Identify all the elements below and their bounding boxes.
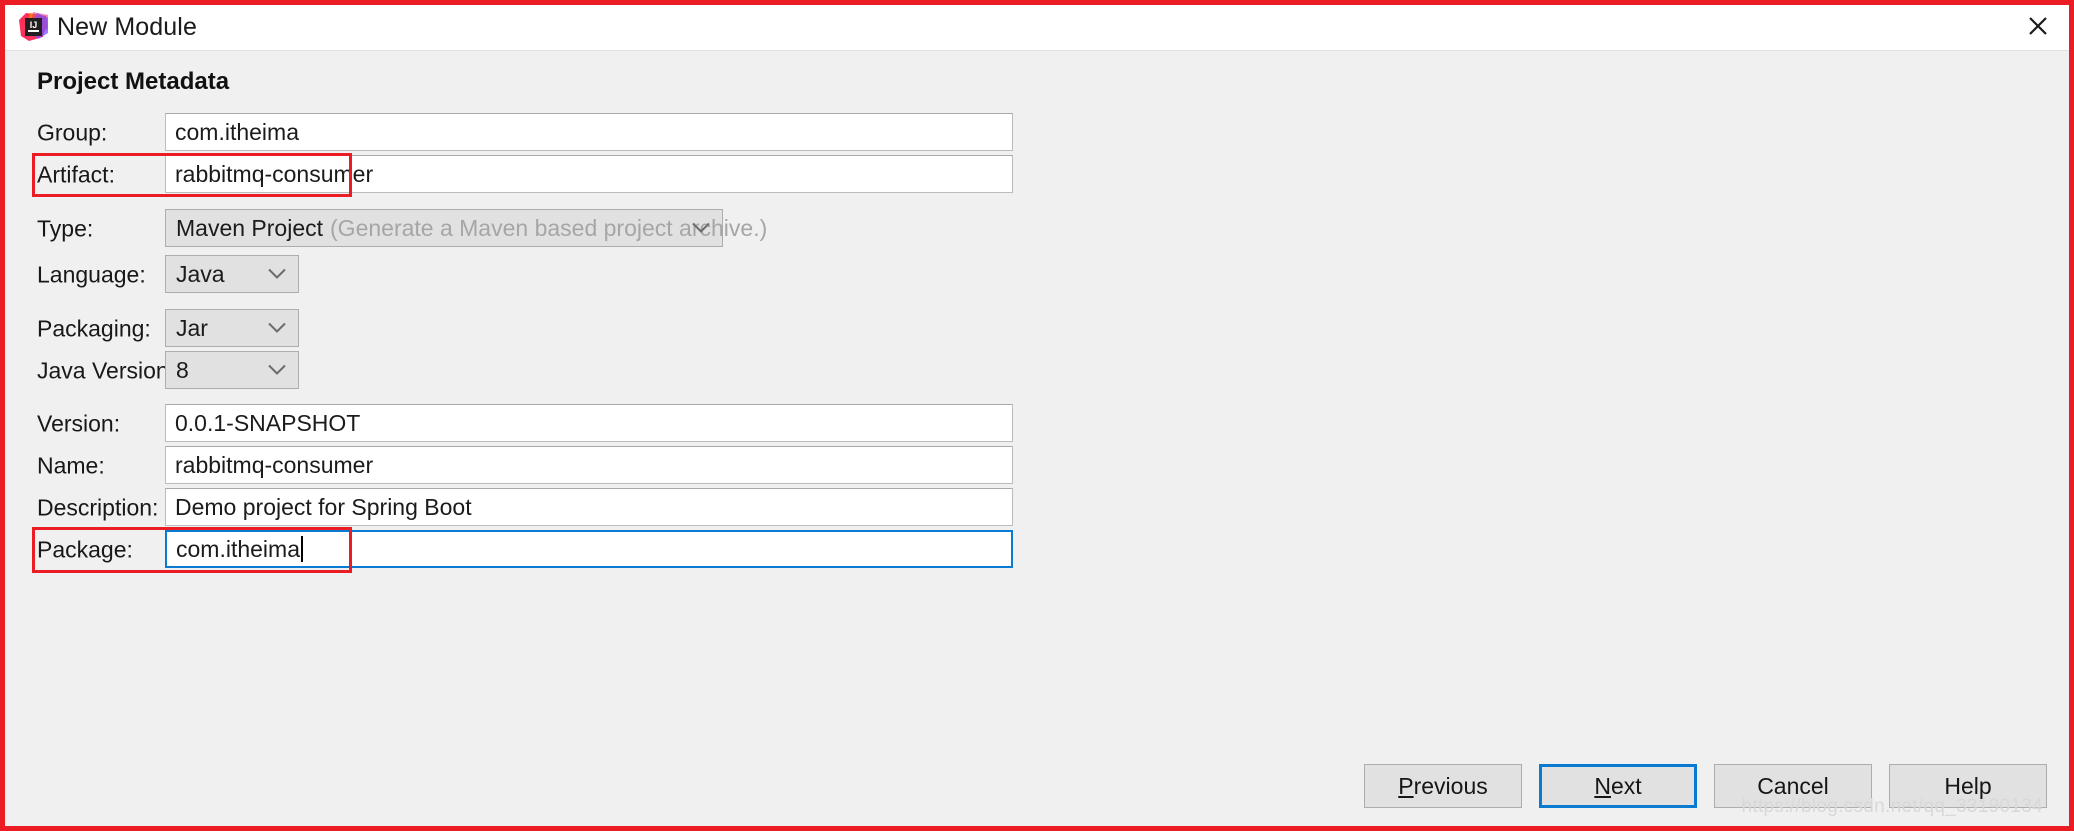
- chevron-down-icon: [268, 268, 286, 280]
- version-input[interactable]: 0.0.1-SNAPSHOT: [165, 404, 1013, 442]
- artifact-label: Artifact:: [37, 161, 115, 188]
- cancel-button-label: Cancel: [1757, 772, 1829, 799]
- type-value: Maven Project: [176, 214, 324, 241]
- language-value: Java: [176, 260, 225, 287]
- text-caret: [300, 536, 303, 562]
- language-label: Language:: [37, 261, 146, 288]
- version-label: Version:: [37, 410, 121, 437]
- dialog-title-bar: IJ New Module: [5, 5, 2069, 51]
- artifact-input[interactable]: rabbitmq-consumer: [165, 155, 1013, 193]
- language-dropdown[interactable]: Java: [165, 255, 299, 293]
- group-input[interactable]: com.itheima: [165, 113, 1013, 151]
- next-mnemonic: N: [1594, 772, 1611, 799]
- next-button-label: Next: [1594, 772, 1642, 799]
- dialog-title: New Module: [57, 13, 197, 41]
- version-value: 0.0.1-SNAPSHOT: [175, 409, 361, 436]
- java-version-label: Java Version:: [37, 357, 176, 384]
- type-label: Type:: [37, 215, 94, 242]
- chevron-down-icon: [268, 322, 286, 334]
- close-icon: [2029, 17, 2047, 35]
- packaging-value: Jar: [176, 314, 208, 341]
- intellij-idea-icon: IJ: [17, 11, 49, 43]
- section-heading: Project Metadata: [37, 68, 230, 95]
- description-input[interactable]: Demo project for Spring Boot: [165, 488, 1013, 526]
- chevron-down-icon: [268, 364, 286, 376]
- dialog-button-bar: Previous Next Cancel Help: [1364, 764, 2047, 808]
- description-label: Description:: [37, 494, 159, 521]
- dialog-body: Project Metadata Group: com.itheima Arti…: [5, 51, 2069, 826]
- new-module-dialog: IJ New Module Project Metadata Group: co…: [0, 0, 2074, 831]
- package-input[interactable]: com.itheima: [165, 530, 1013, 568]
- previous-button[interactable]: Previous: [1364, 764, 1522, 808]
- svg-text:IJ: IJ: [30, 20, 38, 30]
- package-label: Package:: [37, 536, 133, 563]
- name-label: Name:: [37, 452, 105, 479]
- group-value: com.itheima: [175, 118, 299, 145]
- artifact-value: rabbitmq-consumer: [175, 160, 374, 187]
- chevron-down-icon: [692, 222, 710, 234]
- name-value: rabbitmq-consumer: [175, 451, 374, 478]
- group-label: Group:: [37, 119, 108, 146]
- previous-button-label: Previous: [1398, 772, 1488, 799]
- next-button[interactable]: Next: [1539, 764, 1697, 808]
- description-value: Demo project for Spring Boot: [175, 493, 472, 520]
- previous-mnemonic: P: [1398, 772, 1414, 799]
- package-value: com.itheima: [176, 535, 300, 562]
- java-version-dropdown[interactable]: 8: [165, 351, 299, 389]
- type-dropdown[interactable]: Maven Project (Generate a Maven based pr…: [165, 209, 767, 247]
- packaging-dropdown[interactable]: Jar: [165, 309, 299, 347]
- packaging-label: Packaging:: [37, 315, 151, 342]
- java-version-value: 8: [176, 356, 189, 383]
- help-button-label: Help: [1944, 772, 1992, 799]
- name-input[interactable]: rabbitmq-consumer: [165, 446, 1013, 484]
- help-button[interactable]: Help: [1889, 764, 2047, 808]
- close-button[interactable]: [2007, 5, 2069, 47]
- cancel-button[interactable]: Cancel: [1714, 764, 1872, 808]
